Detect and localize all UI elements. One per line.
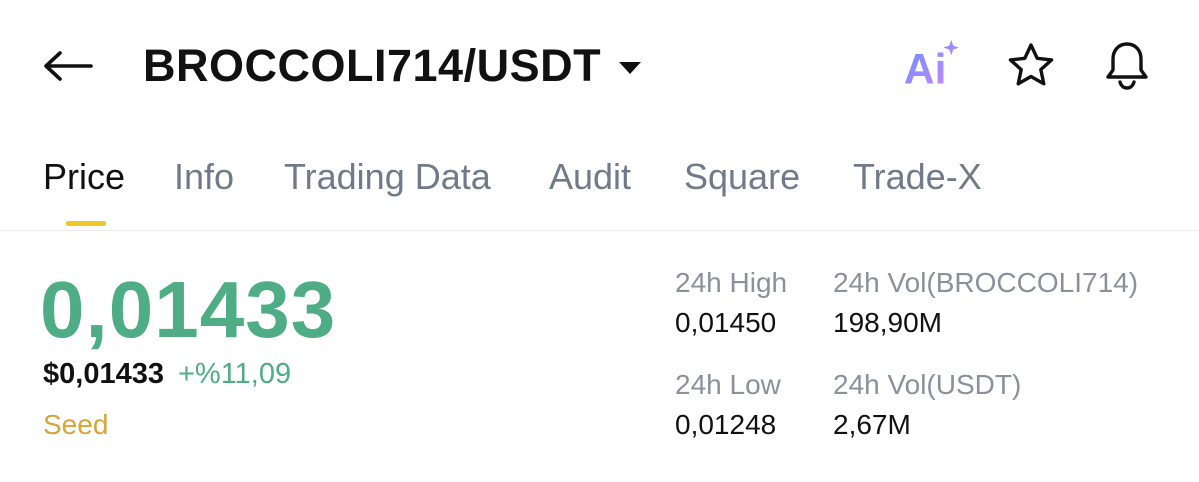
arrow-left-icon bbox=[44, 51, 93, 81]
top-bar: BROCCOLI714/USDT Ai bbox=[0, 0, 1199, 125]
ai-assistant-button[interactable]: Ai bbox=[901, 36, 959, 94]
usd-price-row: $0,01433 +%11,09 bbox=[43, 352, 291, 396]
active-tab-indicator bbox=[66, 221, 106, 226]
star-outline-icon bbox=[1008, 43, 1054, 86]
ai-assistant-icon: Ai bbox=[904, 39, 959, 93]
tab-trading-data[interactable]: Trading Data bbox=[284, 156, 491, 198]
price-change-percent: +%11,09 bbox=[177, 357, 292, 390]
tab-info[interactable]: Info bbox=[174, 156, 234, 198]
stat-value: 0,01450 bbox=[675, 307, 777, 338]
seed-tag[interactable]: Seed bbox=[43, 409, 108, 441]
bell-icon bbox=[1106, 42, 1148, 90]
favorite-button[interactable] bbox=[1002, 36, 1060, 94]
stat-label: 24h Low bbox=[675, 369, 781, 400]
price-alert-button[interactable] bbox=[1098, 36, 1156, 94]
stat-24h-low: 24h Low 0,01248 bbox=[675, 368, 781, 442]
tab-square[interactable]: Square bbox=[684, 156, 800, 198]
stat-label: 24h High bbox=[675, 267, 788, 298]
tab-bar: Price Info Trading Data Audit Square Tra… bbox=[0, 150, 1199, 231]
tab-trade-x[interactable]: Trade-X bbox=[853, 156, 982, 198]
last-price: 0,01433 bbox=[40, 265, 337, 354]
stat-label: 24h Vol(BROCCOLI714) bbox=[833, 267, 1139, 298]
tab-price[interactable]: Price bbox=[43, 156, 125, 198]
pair-title: BROCCOLI714/USDT bbox=[143, 40, 602, 91]
stat-value: 198,90M bbox=[833, 307, 942, 338]
pair-selector[interactable]: BROCCOLI714/USDT bbox=[143, 38, 642, 94]
caret-down-icon bbox=[619, 62, 642, 74]
stat-24h-vol-base: 24h Vol(BROCCOLI714) 198,90M bbox=[833, 266, 1138, 340]
svg-text:Ai: Ai bbox=[904, 45, 947, 93]
tab-audit[interactable]: Audit bbox=[549, 156, 631, 198]
usd-price: $0,01433 bbox=[43, 357, 164, 390]
stat-24h-vol-quote: 24h Vol(USDT) 2,67M bbox=[833, 368, 1021, 442]
stat-value: 0,01248 bbox=[675, 409, 777, 440]
stat-value: 2,67M bbox=[833, 409, 911, 440]
stat-24h-high: 24h High 0,01450 bbox=[675, 266, 787, 340]
back-button[interactable] bbox=[40, 38, 96, 94]
stat-label: 24h Vol(USDT) bbox=[833, 369, 1022, 400]
